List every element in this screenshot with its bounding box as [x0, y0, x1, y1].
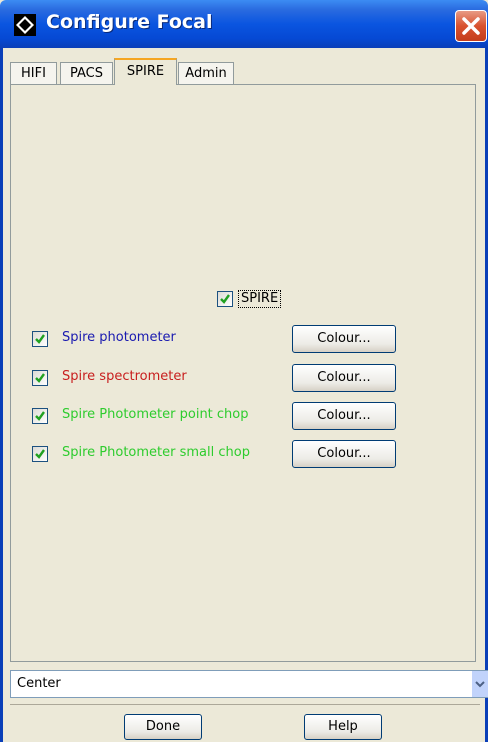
- spire-photometer-label: Spire photometer: [62, 330, 176, 345]
- window-title: Configure Focal: [46, 11, 213, 33]
- app-icon: [14, 14, 36, 36]
- dropdown-arrow[interactable]: [472, 671, 488, 697]
- check-icon: [35, 411, 45, 421]
- done-button[interactable]: Done: [124, 714, 202, 740]
- position-select-value: Center: [17, 676, 61, 691]
- spire-small-chop-colour-button[interactable]: Colour...: [292, 440, 396, 468]
- spire-small-chop-checkbox[interactable]: [32, 446, 48, 462]
- footer-separator: [10, 704, 480, 705]
- check-icon: [35, 334, 45, 344]
- spire-master-label[interactable]: SPIRE: [238, 290, 282, 308]
- spire-photometer-checkbox[interactable]: [32, 331, 48, 347]
- spire-spectrometer-label: Spire spectrometer: [62, 369, 187, 384]
- spire-point-chop-checkbox[interactable]: [32, 408, 48, 424]
- spire-master-checkbox[interactable]: [217, 291, 233, 307]
- spire-point-chop-label: Spire Photometer point chop: [62, 407, 249, 422]
- title-bar[interactable]: Configure Focal: [0, 0, 488, 48]
- tab-spire[interactable]: SPIRE: [114, 58, 177, 85]
- close-icon: [462, 17, 480, 35]
- check-icon: [35, 373, 45, 383]
- chevron-down-icon: [475, 681, 485, 688]
- tab-admin[interactable]: Admin: [178, 62, 234, 84]
- spire-point-chop-colour-button[interactable]: Colour...: [292, 402, 396, 430]
- tab-pacs[interactable]: PACS: [60, 62, 113, 84]
- tab-hifi[interactable]: HIFI: [10, 62, 57, 84]
- spire-small-chop-label: Spire Photometer small chop: [62, 445, 250, 460]
- help-button[interactable]: Help: [304, 714, 382, 740]
- check-icon: [220, 294, 230, 304]
- close-button[interactable]: [455, 10, 487, 42]
- spire-spectrometer-colour-button[interactable]: Colour...: [292, 364, 396, 392]
- spire-spectrometer-checkbox[interactable]: [32, 370, 48, 386]
- spire-photometer-colour-button[interactable]: Colour...: [292, 325, 396, 353]
- position-select[interactable]: Center: [10, 670, 488, 698]
- check-icon: [35, 449, 45, 459]
